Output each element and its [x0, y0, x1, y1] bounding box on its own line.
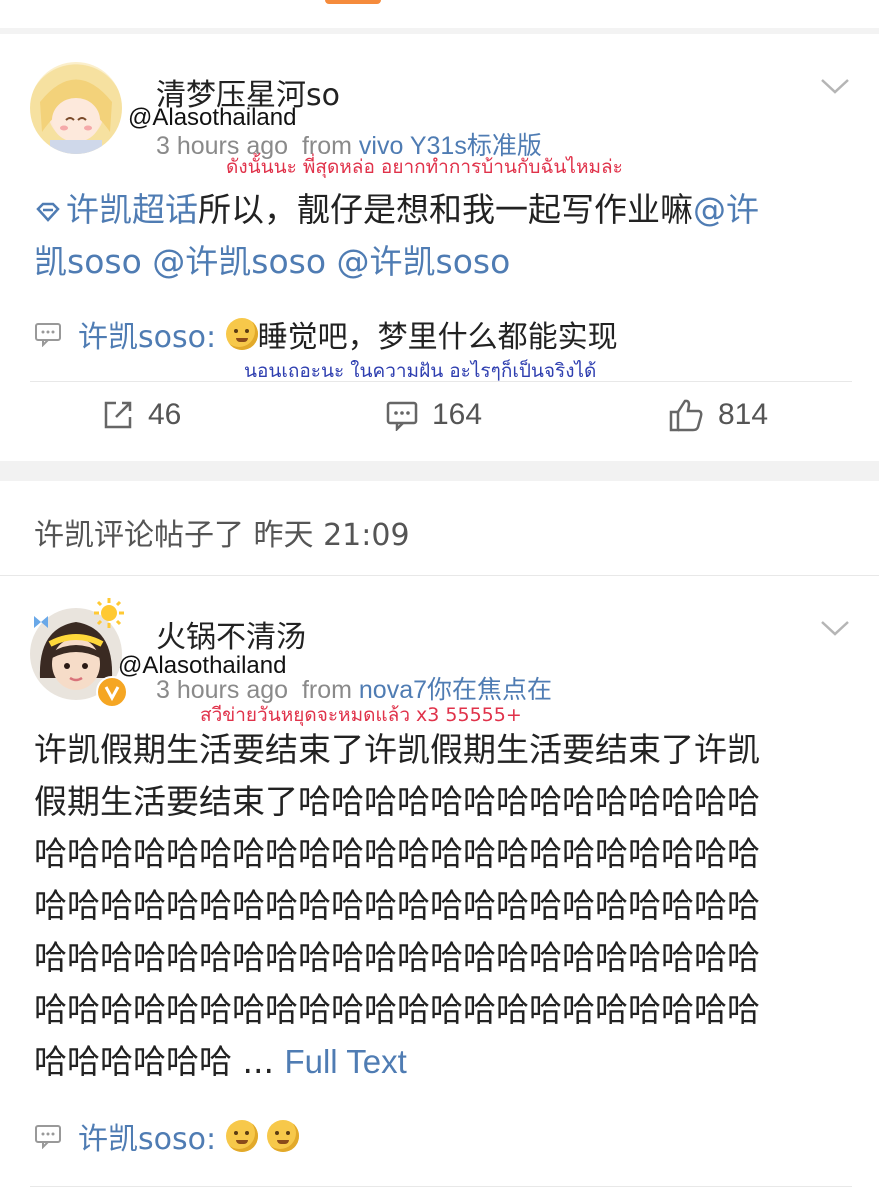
comment-bubble-icon	[35, 323, 61, 347]
post-body: 许凯超话所以，靓仔是想和我一起写作业嘛@许 凯soso @许凯soso @许凯so…	[34, 184, 834, 288]
mention[interactable]: 凯soso	[34, 242, 142, 281]
divider	[30, 381, 852, 382]
action-bar: 46 164 814	[0, 398, 879, 442]
body-line: 假期生活要结束了哈哈哈哈哈哈哈哈哈哈哈哈哈哈	[34, 782, 760, 821]
username[interactable]: 火锅不清汤	[156, 612, 306, 656]
chevron-down-icon[interactable]	[820, 618, 850, 638]
like-icon	[669, 399, 703, 432]
top-sliver	[0, 0, 879, 28]
post-card: 火锅不清汤 @Alasothailand 3 hours ago from no…	[0, 576, 879, 1200]
like-count: 814	[718, 398, 769, 431]
repost-icon	[104, 401, 132, 429]
like-button[interactable]: 814	[668, 398, 768, 432]
section-heading: 许凯评论帖子了 昨天 21:09	[34, 518, 410, 553]
comment-user[interactable]: 许凯soso:	[78, 312, 216, 356]
body-line: 哈哈哈哈哈哈哈哈哈哈哈哈哈哈哈哈哈哈哈哈哈哈	[34, 938, 760, 977]
mention[interactable]: @许凯soso	[337, 242, 511, 281]
chevron-down-icon[interactable]	[820, 76, 850, 96]
tab-indicator	[325, 0, 381, 4]
sun-badge-icon	[94, 598, 124, 628]
body-line: 哈哈哈哈哈哈哈哈哈哈哈哈哈哈哈哈哈哈哈哈哈哈	[34, 990, 760, 1029]
body-line: 哈哈哈哈哈哈 ...	[34, 1042, 274, 1081]
comment-button[interactable]: 164	[386, 398, 482, 432]
body-line: 许凯假期生活要结束了许凯假期生活要结束了许凯	[34, 730, 760, 769]
post-card: 清梦压星河so @Alasothailand 3 hours ago from …	[0, 34, 879, 461]
supertopic-link[interactable]: 许凯超话	[34, 190, 198, 229]
emoji-icon	[225, 318, 258, 350]
repost-button[interactable]: 46	[102, 398, 181, 432]
post-text: 所以，靓仔是想和我一起写作业嘛	[198, 190, 693, 229]
full-text-link[interactable]: Full Text	[284, 1043, 406, 1080]
mention[interactable]: @许	[693, 190, 759, 229]
comment-count: 164	[432, 398, 483, 431]
thai-caption: ดังนั้นนะ พี่สุดหล่อ อยากทำการบ้านกับฉัน…	[226, 156, 623, 178]
comment-preview[interactable]: 许凯soso:	[34, 1114, 300, 1158]
verified-badge-icon	[96, 676, 128, 708]
comment-icon	[386, 401, 418, 431]
repost-count: 46	[148, 398, 182, 431]
divider	[30, 1186, 852, 1187]
comment-user[interactable]: 许凯soso:	[78, 1114, 216, 1158]
avatar[interactable]	[30, 62, 122, 154]
supertopic-label: 许凯超话	[66, 190, 198, 229]
comment-bubble-icon	[35, 1125, 61, 1149]
body-last-line: 哈哈哈哈哈哈 ... Full Text	[34, 1036, 834, 1088]
mention[interactable]: @许凯soso	[152, 242, 326, 281]
comment-text: 睡觉吧，梦里什么都能实现	[257, 320, 618, 355]
emoji-icon	[267, 1120, 300, 1152]
body-line: 哈哈哈哈哈哈哈哈哈哈哈哈哈哈哈哈哈哈哈哈哈哈	[34, 886, 760, 925]
comment-preview[interactable]: 许凯soso: 睡觉吧，梦里什么都能实现	[34, 312, 618, 356]
post-body: 许凯假期生活要结束了许凯假期生活要结束了许凯 假期生活要结束了哈哈哈哈哈哈哈哈哈…	[34, 724, 834, 1088]
supertopic-icon	[36, 202, 60, 222]
bow-icon	[34, 616, 48, 628]
section-gap	[0, 461, 879, 481]
avatar-illustration	[40, 79, 112, 154]
body-line: 哈哈哈哈哈哈哈哈哈哈哈哈哈哈哈哈哈哈哈哈哈哈	[34, 834, 760, 873]
emoji-icon	[225, 1120, 258, 1152]
